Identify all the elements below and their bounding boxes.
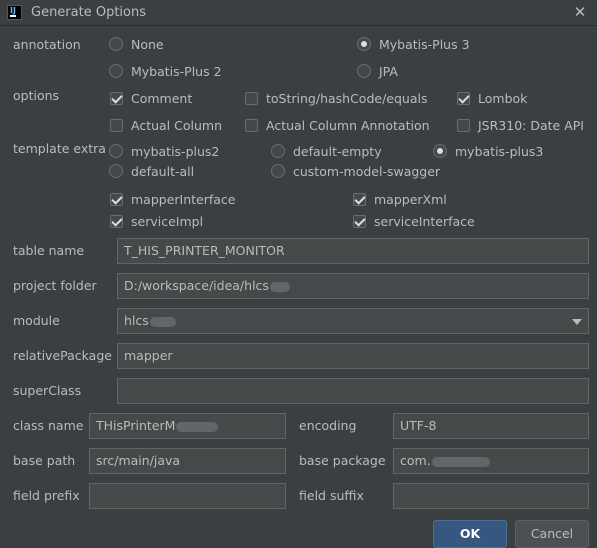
checkbox <box>457 118 470 132</box>
option-actual-column-annotation[interactable]: Actual Column Annotation <box>245 116 430 134</box>
annotation-label: annotation <box>13 37 81 52</box>
relative-package-input[interactable]: mapper <box>117 343 589 369</box>
base-package-input[interactable]: com. <box>393 448 589 474</box>
encoding-input[interactable]: UTF-8 <box>393 413 589 439</box>
radio-button <box>109 164 123 178</box>
title-bar: IJ Generate Options ✕ <box>0 0 597 26</box>
redacted-text <box>176 421 219 432</box>
option-jsr310-date-api[interactable]: JSR310: Date API <box>457 116 584 134</box>
radio-button <box>433 144 447 158</box>
checkbox <box>245 91 258 105</box>
field-prefix-label: field prefix <box>13 488 80 503</box>
annotation-option-none[interactable]: None <box>109 35 164 53</box>
table-name-label: table name <box>13 243 85 258</box>
radio-button <box>357 37 371 51</box>
ok-button[interactable]: OK <box>433 520 507 548</box>
project-folder-label: project folder <box>13 278 97 293</box>
project-folder-input[interactable]: D:/workspace/idea/hlcs <box>117 273 589 299</box>
table-name-input[interactable]: T_HIS_PRINTER_MONITOR <box>117 238 589 264</box>
chevron-down-icon <box>572 319 582 325</box>
base-path-input[interactable]: src/main/java <box>89 448 286 474</box>
option-actual-column[interactable]: Actual Column <box>110 116 222 134</box>
options-label: options <box>13 88 60 103</box>
annotation-option-mybatis-plus-3[interactable]: Mybatis-Plus 3 <box>357 35 470 53</box>
checkbox <box>110 118 123 132</box>
check-mapper-interface[interactable]: mapperInterface <box>110 190 236 208</box>
class-name-label: class name <box>13 418 84 433</box>
check-service-impl[interactable]: serviceImpl <box>110 212 203 230</box>
template-option-default-all[interactable]: default-all <box>109 162 194 180</box>
super-class-input[interactable] <box>117 378 589 404</box>
encoding-label: encoding <box>299 418 357 433</box>
checkbox <box>457 91 470 105</box>
checkbox <box>245 118 258 132</box>
check-mapper-xml[interactable]: mapperXml <box>353 190 447 208</box>
redacted-text <box>431 456 490 467</box>
module-select[interactable]: hlcs <box>117 308 589 334</box>
option-tostring-hashcode-equals[interactable]: toString/hashCode/equals <box>245 89 428 107</box>
option-lombok[interactable]: Lombok <box>457 89 527 107</box>
base-path-label: base path <box>13 453 76 468</box>
radio-button <box>271 164 285 178</box>
redacted-text <box>149 316 176 327</box>
radio-button <box>271 144 285 158</box>
option-comment[interactable]: Comment <box>110 89 192 107</box>
template-option-default-empty[interactable]: default-empty <box>271 142 382 160</box>
radio-button <box>109 64 123 78</box>
field-suffix-input[interactable] <box>393 483 589 509</box>
radio-button <box>357 64 371 78</box>
checkbox <box>353 192 366 206</box>
dialog-title: Generate Options <box>31 5 147 20</box>
intellij-app-icon: IJ <box>7 5 22 20</box>
field-suffix-label: field suffix <box>299 488 364 503</box>
check-service-interface[interactable]: serviceInterface <box>353 212 475 230</box>
super-class-label: superClass <box>13 383 82 398</box>
checkbox <box>110 91 123 105</box>
template-option-mybatis-plus3[interactable]: mybatis-plus3 <box>433 142 543 160</box>
annotation-option-jpa[interactable]: JPA <box>357 62 398 80</box>
radio-button <box>109 144 123 158</box>
module-label: module <box>13 313 60 328</box>
base-package-label: base package <box>299 453 386 468</box>
redacted-text <box>269 281 290 292</box>
class-name-input[interactable]: THisPrinterM <box>89 413 286 439</box>
field-prefix-input[interactable] <box>89 483 286 509</box>
cancel-button[interactable]: Cancel <box>515 520 589 548</box>
annotation-option-mybatis-plus-2[interactable]: Mybatis-Plus 2 <box>109 62 222 80</box>
checkbox <box>110 214 123 228</box>
template-extra-label: template extra <box>13 141 106 156</box>
template-option-custom-model-swagger[interactable]: custom-model-swagger <box>271 162 440 180</box>
template-option-mybatis-plus2[interactable]: mybatis-plus2 <box>109 142 219 160</box>
checkbox <box>110 192 123 206</box>
close-icon[interactable]: ✕ <box>571 3 589 21</box>
radio-button <box>109 37 123 51</box>
relative-package-label: relativePackage <box>13 348 112 363</box>
checkbox <box>353 214 366 228</box>
